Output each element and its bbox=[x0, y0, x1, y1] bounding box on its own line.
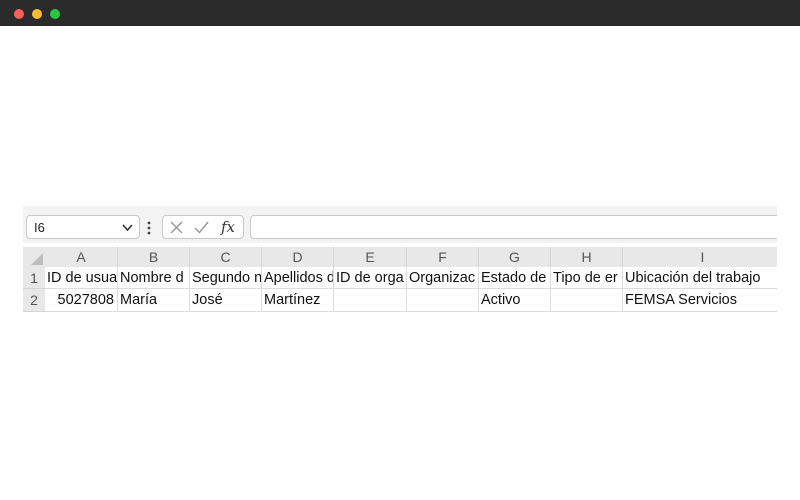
cell-h1[interactable]: Tipo de er bbox=[551, 267, 623, 289]
column-header-a[interactable]: A bbox=[45, 247, 118, 267]
cell-i2[interactable]: FEMSA Servicios bbox=[623, 289, 777, 312]
select-all-corner[interactable] bbox=[23, 247, 45, 267]
cell-a1[interactable]: ID de usua bbox=[45, 267, 118, 289]
check-icon[interactable] bbox=[193, 220, 210, 235]
insert-function-icon[interactable]: fx bbox=[221, 218, 235, 236]
column-header-g[interactable]: G bbox=[479, 247, 551, 267]
maximize-window-button[interactable] bbox=[50, 9, 60, 19]
cell-f2[interactable] bbox=[407, 289, 479, 312]
spreadsheet: I6 fx A B C D E F G H I 1 ID de usua Nom… bbox=[23, 206, 777, 312]
cell-d2[interactable]: Martínez bbox=[262, 289, 334, 312]
cell-g2[interactable]: Activo bbox=[479, 289, 551, 312]
formula-input[interactable] bbox=[250, 215, 777, 239]
column-header-d[interactable]: D bbox=[262, 247, 334, 267]
cell-f1[interactable]: Organizac bbox=[407, 267, 479, 289]
cell-g1[interactable]: Estado de bbox=[479, 267, 551, 289]
cell-h2[interactable] bbox=[551, 289, 623, 312]
cell-c2[interactable]: José bbox=[190, 289, 262, 312]
minimize-window-button[interactable] bbox=[32, 9, 42, 19]
name-box-value: I6 bbox=[34, 220, 45, 235]
column-header-h[interactable]: H bbox=[551, 247, 623, 267]
more-options-icon[interactable] bbox=[147, 220, 151, 236]
cell-e1[interactable]: ID de orga bbox=[334, 267, 407, 289]
column-header-c[interactable]: C bbox=[190, 247, 262, 267]
formula-actions: fx bbox=[162, 215, 244, 239]
cell-grid: A B C D E F G H I 1 ID de usua Nombre d Segundo n Ape… bbox=[23, 243, 777, 312]
formula-bar: I6 fx bbox=[23, 206, 777, 243]
close-window-button[interactable] bbox=[14, 9, 24, 19]
cell-c1[interactable]: Segundo n bbox=[190, 267, 262, 289]
cell-a2[interactable]: 5027808 bbox=[45, 289, 118, 312]
select-all-icon bbox=[31, 253, 43, 265]
cell-d1[interactable]: Apellidos d bbox=[262, 267, 334, 289]
chevron-down-icon[interactable] bbox=[121, 221, 134, 234]
row-header-2[interactable]: 2 bbox=[23, 289, 45, 312]
name-box[interactable]: I6 bbox=[26, 215, 140, 239]
cell-e2[interactable] bbox=[334, 289, 407, 312]
column-header-b[interactable]: B bbox=[118, 247, 190, 267]
cell-i1[interactable]: Ubicación del trabajo bbox=[623, 267, 777, 289]
cell-b2[interactable]: María bbox=[118, 289, 190, 312]
column-header-f[interactable]: F bbox=[407, 247, 479, 267]
column-header-i[interactable]: I bbox=[623, 247, 777, 267]
row-header-1[interactable]: 1 bbox=[23, 267, 45, 289]
cell-b1[interactable]: Nombre d bbox=[118, 267, 190, 289]
column-header-e[interactable]: E bbox=[334, 247, 407, 267]
window-titlebar bbox=[0, 0, 800, 26]
cancel-icon[interactable] bbox=[169, 220, 184, 235]
